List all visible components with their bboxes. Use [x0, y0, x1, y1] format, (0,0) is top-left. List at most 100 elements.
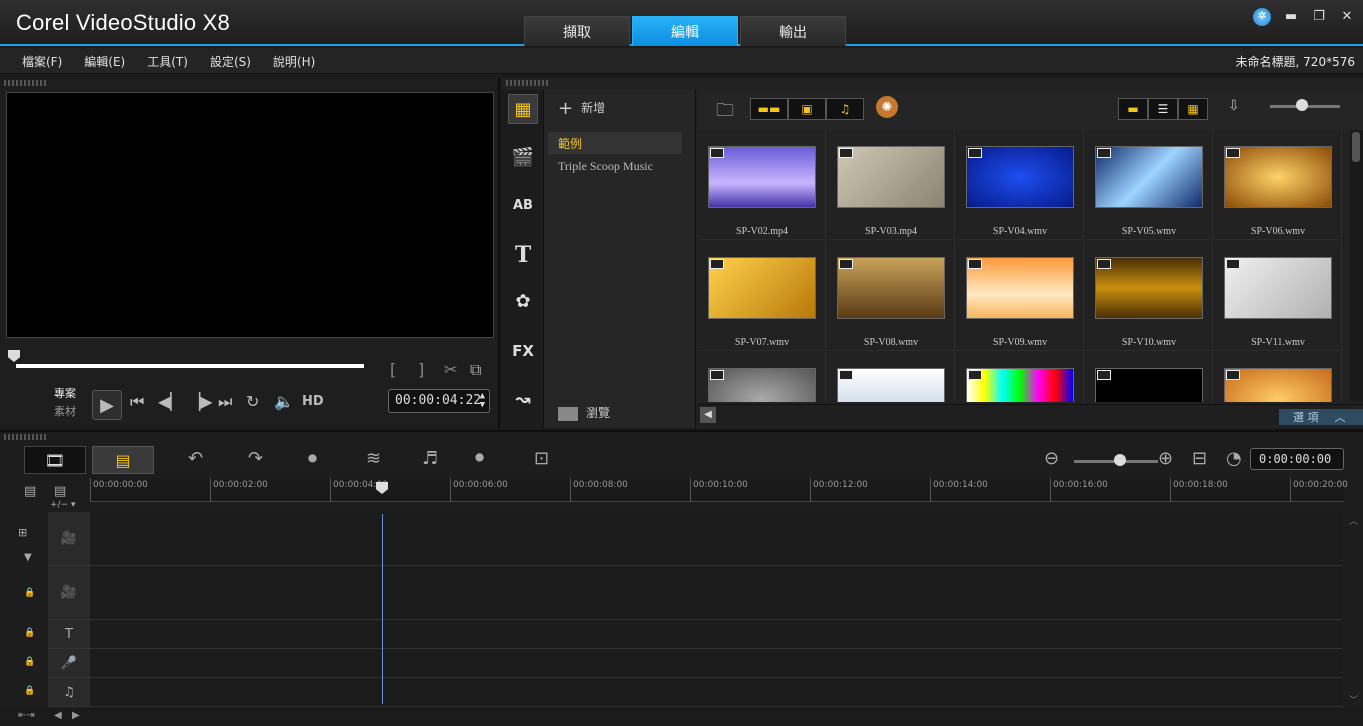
previous-frame-icon[interactable]: ◀▏: [158, 392, 183, 411]
folder-icon[interactable]: 🗀: [716, 98, 734, 128]
hd-preview-button[interactable]: HD: [302, 394, 324, 409]
end-icon[interactable]: ⏭: [218, 392, 232, 412]
media-thumbnail[interactable]: SP-V04.wmv: [956, 130, 1084, 240]
zoom-in-icon[interactable]: ⊕: [1158, 448, 1173, 469]
sound-mixer-icon[interactable]: ≋: [366, 448, 381, 469]
repeat-icon[interactable]: ↻: [246, 392, 259, 411]
lock-icon[interactable]: 🔒: [24, 628, 35, 638]
video-track[interactable]: 🎥: [48, 512, 1342, 566]
restore-icon[interactable]: ❐: [1311, 9, 1327, 25]
menu-edit[interactable]: 編輯(E): [84, 53, 125, 70]
timeline-view-icon[interactable]: ▤: [92, 446, 154, 474]
transition-icon[interactable]: AB: [508, 190, 538, 220]
scroll-left-icon[interactable]: ◀: [54, 710, 62, 721]
zoom-knob[interactable]: [1114, 454, 1126, 466]
media-thumbnail[interactable]: SP-V08.wmv: [827, 241, 955, 351]
record-capture-icon[interactable]: ⏺: [308, 448, 317, 469]
menu-tools[interactable]: 工具(T): [147, 53, 188, 70]
media-thumbnail[interactable]: SP-V02.mp4: [698, 130, 826, 240]
motion-tracking-icon[interactable]: ⚫: [472, 448, 487, 469]
chapter-point-icon[interactable]: ▤: [54, 484, 66, 499]
globe-icon[interactable]: ✲: [1253, 8, 1271, 26]
folder-item[interactable]: 範例: [548, 132, 682, 154]
lock-icon[interactable]: 🔒: [24, 588, 35, 598]
subtitle-editor-icon[interactable]: ⊡: [534, 448, 549, 469]
scroll-thumb[interactable]: [1352, 132, 1360, 162]
panel-grip[interactable]: [506, 80, 550, 86]
clip-mode-label[interactable]: 素材: [54, 403, 76, 419]
play-icon[interactable]: ▶: [92, 390, 122, 420]
media-thumbnail[interactable]: SP-V03.mp4: [827, 130, 955, 240]
overlay-track[interactable]: 🎥: [48, 566, 1342, 620]
motion-path-icon[interactable]: ↝: [508, 384, 538, 414]
timecode-stepper-icon[interactable]: ▲ ▼: [480, 392, 485, 410]
ripple-edit-icon[interactable]: ⊞: [18, 526, 27, 539]
undo-icon[interactable]: ↶: [188, 448, 203, 469]
media-thumbnail[interactable]: SP-V11.wmv: [1214, 241, 1342, 351]
menu-settings[interactable]: 設定(S): [210, 53, 251, 70]
scroll-down-icon[interactable]: ﹀: [1349, 693, 1358, 706]
add-remove-track[interactable]: +/− ▾: [50, 500, 76, 510]
fit-timeline-icon[interactable]: ⇤⇥: [18, 710, 35, 721]
collapse-left-icon[interactable]: ◀: [700, 407, 716, 423]
scroll-right-icon[interactable]: ▶: [72, 710, 80, 721]
sort-icon[interactable]: ⇩: [1228, 98, 1240, 114]
mark-out-button[interactable]: ]: [418, 360, 424, 379]
media-thumbnail[interactable]: SP-V10.wmv: [1085, 241, 1213, 351]
menu-help[interactable]: 說明(H): [273, 53, 315, 70]
zoom-out-icon[interactable]: ⊖: [1044, 448, 1059, 469]
media-thumbnail[interactable]: [1085, 352, 1213, 402]
track-expand-icon[interactable]: ▼: [24, 552, 32, 563]
graphic-icon[interactable]: ✿: [508, 286, 538, 316]
media-thumbnail[interactable]: SP-V05.wmv: [1085, 130, 1213, 240]
close-icon[interactable]: ✕: [1339, 9, 1355, 25]
fit-project-icon[interactable]: ⊟: [1192, 448, 1207, 469]
media-thumbnail[interactable]: SP-V07.wmv: [698, 241, 826, 351]
scroll-up-icon[interactable]: ︿: [1349, 514, 1358, 527]
minimize-icon[interactable]: ▬: [1283, 9, 1299, 25]
menu-file[interactable]: 檔案(F): [22, 53, 62, 70]
project-mode-label[interactable]: 專案: [54, 385, 76, 401]
add-folder-button[interactable]: + 新增: [558, 98, 605, 119]
preview-timecode[interactable]: 00:00:04:22 ▲ ▼: [388, 389, 490, 413]
lock-icon[interactable]: 🔒: [24, 686, 35, 696]
track-manager-icon[interactable]: ▤: [24, 484, 36, 499]
instant-project-icon[interactable]: 🎬: [508, 142, 538, 172]
next-frame-icon[interactable]: ▕▶: [188, 392, 213, 411]
thumbnail-size-knob[interactable]: [1296, 99, 1308, 111]
storyboard-view-icon[interactable]: 🎞: [24, 446, 86, 474]
list-view-icon[interactable]: ☰: [1148, 98, 1178, 120]
enlarge-icon[interactable]: ⧉: [470, 360, 481, 380]
tab-capture[interactable]: 擷取: [524, 16, 630, 46]
video-filter-icon[interactable]: ▬▬: [750, 98, 788, 120]
photo-filter-icon[interactable]: ▣: [788, 98, 826, 120]
scissors-icon[interactable]: ✂: [444, 360, 457, 379]
panel-grip[interactable]: [4, 80, 48, 86]
home-icon[interactable]: ⏮: [130, 392, 144, 412]
media-thumbnail[interactable]: [698, 352, 826, 402]
scrubber-handle[interactable]: [8, 350, 20, 362]
browse-button[interactable]: 瀏覽: [558, 404, 610, 421]
panel-grip[interactable]: [4, 434, 48, 440]
media-thumbnail[interactable]: SP-V09.wmv: [956, 241, 1084, 351]
media-icon[interactable]: ▦: [508, 94, 538, 124]
media-thumbnail[interactable]: [956, 352, 1084, 402]
voice-track[interactable]: 🎤: [48, 649, 1342, 678]
capture-icon[interactable]: ✺: [876, 96, 898, 118]
grid-view-icon[interactable]: ▦: [1178, 98, 1208, 120]
options-button[interactable]: 選 項 ︿: [1279, 409, 1363, 425]
audio-filter-icon[interactable]: ♫: [826, 98, 864, 120]
lock-icon[interactable]: 🔒: [24, 657, 35, 667]
timeline-scrollbar[interactable]: ︿ ﹀: [1346, 512, 1363, 708]
mark-in-button[interactable]: [: [390, 360, 396, 379]
tab-edit[interactable]: 編輯: [632, 16, 738, 46]
redo-icon[interactable]: ↷: [248, 448, 263, 469]
tab-share[interactable]: 輸出: [740, 16, 846, 46]
scrubber-bar[interactable]: [16, 364, 364, 368]
thumbnail-view-icon[interactable]: ▬: [1118, 98, 1148, 120]
music-track[interactable]: ♫: [48, 678, 1342, 707]
media-thumbnail[interactable]: SP-V06.wmv: [1214, 130, 1342, 240]
media-thumbnail[interactable]: [1214, 352, 1342, 402]
auto-music-icon[interactable]: ♬: [422, 448, 438, 469]
filter-icon[interactable]: FX: [508, 336, 538, 366]
